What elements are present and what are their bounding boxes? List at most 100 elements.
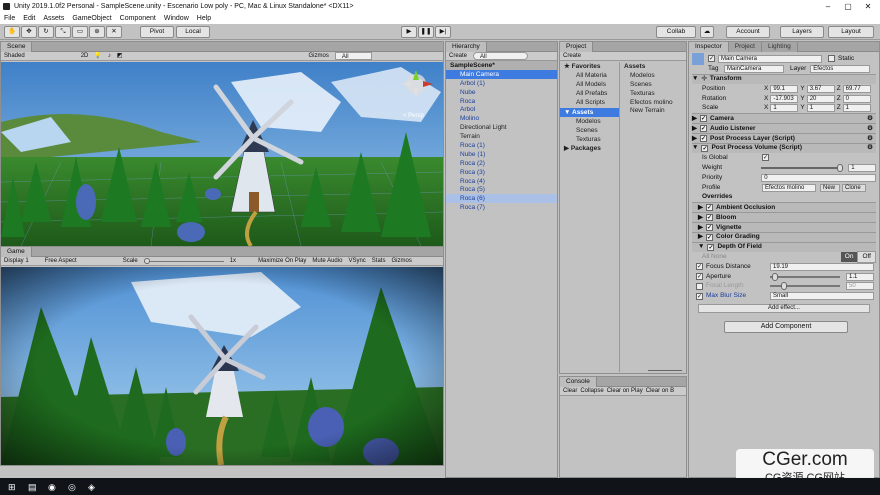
mute-audio-toggle[interactable]: Mute Audio (312, 257, 342, 265)
tab-inspector[interactable]: Inspector (689, 42, 729, 52)
dof-row-checkbox[interactable]: ✓ (696, 263, 703, 271)
dof-row-checkbox[interactable]: ✓ (696, 273, 703, 281)
component-settings-icon[interactable]: ⚙ (867, 114, 873, 124)
hierarchy-item[interactable]: Roca (1) (446, 141, 557, 150)
profile-new-button[interactable]: New (820, 183, 840, 192)
weight-slider[interactable] (761, 163, 844, 172)
hierarchy-item[interactable]: Nube (1) (446, 150, 557, 159)
priority-field[interactable]: 0 (761, 173, 876, 182)
assets-subfolder-item[interactable]: Scenes (560, 126, 619, 135)
asset-item[interactable]: New Terrain (622, 106, 686, 115)
scale-tool-icon[interactable]: ⤡ (55, 26, 71, 38)
effect-foldout-icon[interactable]: ▶ (698, 213, 703, 223)
transform-x-field[interactable]: -17.903 (770, 94, 799, 103)
effect-enabled-checkbox[interactable]: ✓ (706, 224, 713, 232)
hierarchy-item[interactable]: Roca (2) (446, 159, 557, 168)
layout-button[interactable]: Layout (828, 26, 874, 38)
effect-foldout-icon[interactable]: ▶ (698, 223, 703, 233)
dof-row-field[interactable]: 19.19 (770, 262, 874, 271)
tag-dropdown[interactable]: MainCamera (724, 64, 784, 73)
component-header[interactable]: ▶ ✓ Audio Listener ⚙ (692, 123, 876, 134)
light-toggle-icon[interactable]: 💡 (94, 52, 101, 60)
weight-field[interactable]: 1 (848, 163, 876, 172)
console-collapse-button[interactable]: Collapse (580, 387, 603, 395)
profile-field[interactable]: Efectos molino (762, 183, 816, 192)
add-component-button[interactable]: Add Component (724, 321, 848, 334)
weight-slider-thumb[interactable] (837, 163, 844, 172)
profile-clone-button[interactable]: Clone (842, 183, 866, 192)
menu-window[interactable]: Window (164, 13, 189, 24)
dof-row-checkbox[interactable] (696, 282, 703, 290)
tab-scene[interactable]: Scene (1, 42, 33, 52)
component-foldout-icon[interactable]: ▶ (692, 124, 697, 134)
scale-slider-thumb[interactable] (143, 258, 150, 264)
dof-row-slider-thumb[interactable] (772, 272, 778, 281)
hierarchy-item[interactable]: Arbol (1) (446, 79, 557, 88)
hand-tool-icon[interactable]: ✋ (4, 26, 20, 38)
favorites-item[interactable]: All Models (560, 80, 619, 89)
dof-row-field[interactable]: 1.1 (846, 272, 874, 281)
pause-button[interactable]: ❚❚ (418, 26, 434, 38)
hierarchy-item[interactable]: Nube (446, 88, 557, 97)
maximize-icon[interactable]: ▢ (838, 0, 858, 13)
hierarchy-item[interactable]: Roca (7) (446, 203, 557, 212)
effect-foldout-icon[interactable]: ▶ (698, 203, 703, 213)
effect-enabled-checkbox[interactable]: ✓ (706, 233, 713, 241)
favorites-item[interactable]: All Scripts (560, 98, 619, 107)
rotate-tool-icon[interactable]: ↻ (38, 26, 54, 38)
hierarchy-search-input[interactable]: All (473, 52, 528, 60)
component-settings-icon[interactable]: ⚙ (867, 143, 873, 153)
component-header[interactable]: ▼ ✓ Post Process Volume (Script) ⚙ (692, 143, 876, 153)
assets-subfolder-item[interactable]: Modelos (560, 117, 619, 126)
layers-button[interactable]: Layers (780, 26, 824, 38)
cloud-icon[interactable]: ☁ (700, 26, 714, 38)
effect-foldout-icon[interactable]: ▶ (698, 232, 703, 242)
tab-hierarchy[interactable]: Hierarchy (446, 42, 487, 52)
folder-icon[interactable]: ▤ (28, 482, 37, 493)
aspect-dropdown[interactable]: Free Aspect (45, 257, 77, 265)
toggle-2d-button[interactable]: 2D (81, 52, 89, 60)
menu-component[interactable]: Component (120, 13, 156, 24)
layer-dropdown[interactable]: Efectos (810, 64, 871, 73)
transform-header[interactable]: ▼ ⊹ Transform (692, 73, 876, 84)
object-name-field[interactable]: Main Camera (718, 54, 822, 63)
transform-x-field[interactable]: 1 (770, 104, 799, 113)
effect-enabled-checkbox[interactable]: ✓ (706, 204, 713, 212)
scene-viewport[interactable]: < Persp (1, 62, 443, 246)
favorites-item[interactable]: All Prefabs (560, 89, 619, 98)
object-active-checkbox[interactable]: ✓ (708, 55, 715, 63)
console-clear-on-play-button[interactable]: Clear on Play (607, 387, 643, 395)
effect-header[interactable]: ▶ ✓ Bloom (692, 212, 876, 223)
favorites-header[interactable]: ★ Favorites (560, 62, 619, 71)
effect-header[interactable]: ▶ ✓ Color Grading (692, 232, 876, 242)
component-enabled-checkbox[interactable]: ✓ (700, 135, 707, 143)
transform-tool-icon[interactable]: ⊕ (89, 26, 105, 38)
account-button[interactable]: Account (726, 26, 770, 38)
favorites-item[interactable]: All Materia (560, 71, 619, 80)
local-button[interactable]: Local (176, 26, 210, 38)
hierarchy-item[interactable]: Main Camera (446, 69, 557, 79)
hierarchy-item[interactable]: Roca (3) (446, 168, 557, 177)
game-viewport[interactable] (1, 267, 443, 465)
transform-y-field[interactable]: 1 (806, 104, 835, 113)
app-icon[interactable]: ◎ (68, 482, 76, 493)
component-foldout-icon[interactable]: ▶ (692, 114, 697, 124)
audio-toggle-icon[interactable]: ♪ (108, 52, 111, 60)
effect-enabled-checkbox[interactable]: ✓ (707, 243, 715, 251)
tab-project[interactable]: Project (560, 42, 594, 52)
assets-subfolder-item[interactable]: Texturas (560, 135, 619, 144)
static-checkbox[interactable] (828, 55, 835, 63)
transform-y-field[interactable]: 20 (806, 94, 835, 103)
component-foldout-icon[interactable]: ▶ (692, 134, 697, 144)
hierarchy-item[interactable]: Terrain (446, 132, 557, 141)
console-clear-button[interactable]: Clear (563, 387, 577, 395)
component-settings-icon[interactable]: ⚙ (867, 134, 873, 144)
dof-row-slider[interactable] (770, 282, 840, 291)
asset-item[interactable]: Efectos molino (622, 98, 686, 107)
stats-toggle[interactable]: Stats (372, 257, 386, 265)
component-foldout-icon[interactable]: ▼ (692, 143, 698, 153)
add-effect-button[interactable]: Add effect... (698, 304, 870, 314)
transform-z-field[interactable]: 0 (842, 94, 871, 103)
console-clear-on-build-button[interactable]: Clear on B (646, 387, 674, 395)
effect-header[interactable]: ▶ ✓ Vignette (692, 222, 876, 233)
